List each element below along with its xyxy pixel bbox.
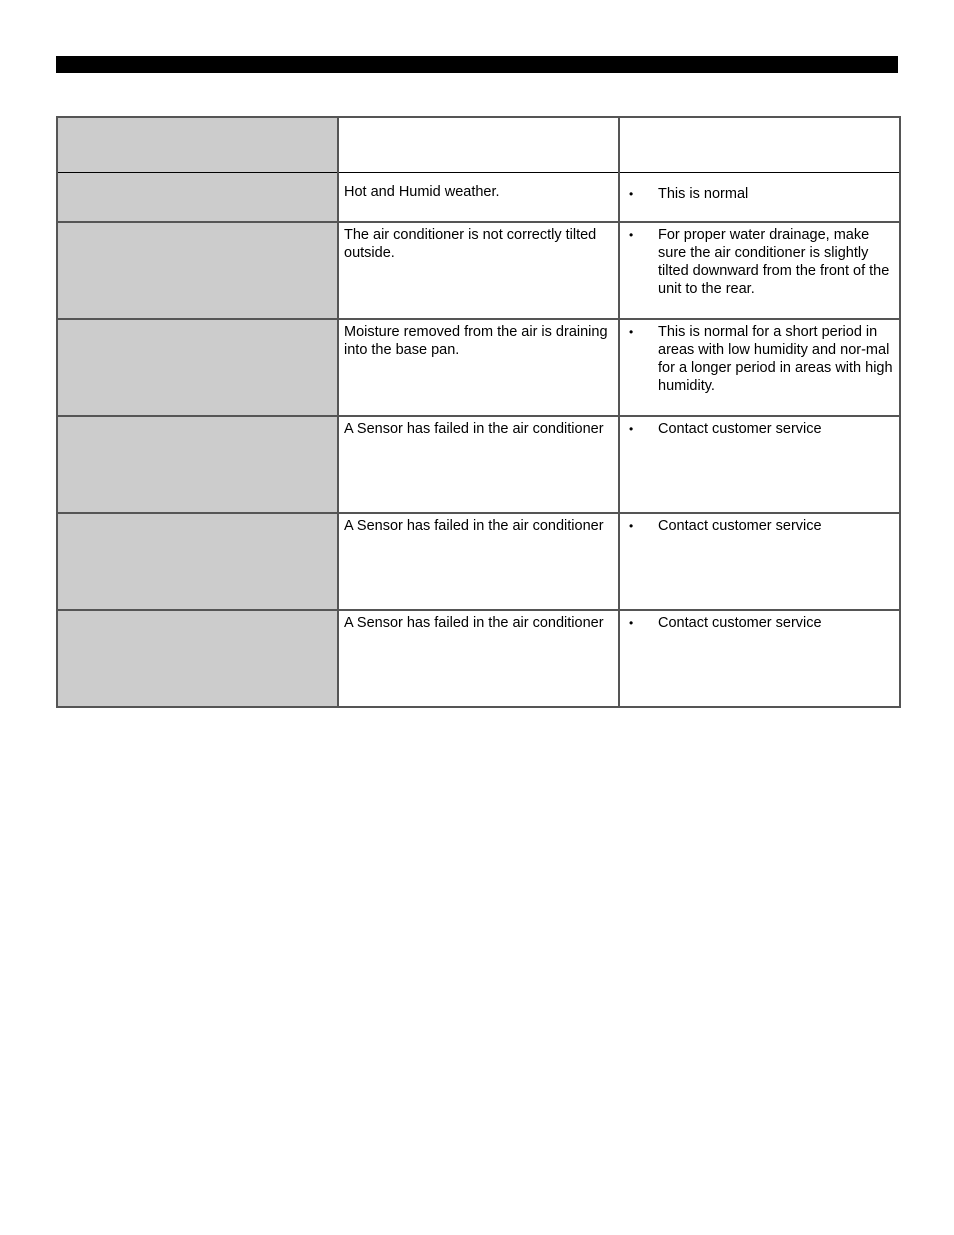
cause-cell: A Sensor has failed in the air condition… xyxy=(337,415,620,514)
solution-cell: • For proper water drainage, make sure t… xyxy=(618,221,901,320)
header-solution-text xyxy=(620,118,899,125)
problem-text xyxy=(58,173,337,187)
bullet-icon: • xyxy=(629,422,634,436)
table-row: A Sensor has failed in the air condition… xyxy=(56,512,901,611)
solution-list-item: • This is normal for a short period in a… xyxy=(625,323,894,395)
section-header-bar xyxy=(56,56,898,73)
header-problem-cell xyxy=(56,116,339,173)
table-row: The air conditioner is not correctly til… xyxy=(56,221,901,320)
cause-text: A Sensor has failed in the air condition… xyxy=(344,615,604,631)
solution-list-item: • For proper water drainage, make sure t… xyxy=(625,226,894,298)
table-row: A Sensor has failed in the air condition… xyxy=(56,415,901,514)
solution-text: This is normal for a short period in are… xyxy=(658,324,893,394)
problem-cell xyxy=(56,318,339,417)
solution-cell: • This is normal xyxy=(618,172,901,223)
solution-list-item: • Contact customer service xyxy=(625,420,894,438)
solution-text: For proper water drainage, make sure the… xyxy=(658,227,890,297)
header-solution-cell xyxy=(618,116,901,173)
header-cause-cell xyxy=(337,116,620,173)
solution-cell: • Contact customer service xyxy=(618,512,901,611)
problem-text xyxy=(58,514,337,521)
header-problem-text xyxy=(58,118,337,125)
cause-text: A Sensor has failed in the air condition… xyxy=(344,421,604,437)
problem-cell xyxy=(56,609,339,708)
troubleshooting-table: Hot and Humid weather. • This is normal … xyxy=(56,116,901,708)
cause-cell: A Sensor has failed in the air condition… xyxy=(337,512,620,611)
problem-cell xyxy=(56,512,339,611)
cause-text: Hot and Humid weather. xyxy=(344,184,500,200)
solution-cell: • This is normal for a short period in a… xyxy=(618,318,901,417)
table-row: Moisture removed from the air is drainin… xyxy=(56,318,901,417)
problem-cell xyxy=(56,172,339,223)
problem-cell xyxy=(56,415,339,514)
problem-text xyxy=(58,223,337,230)
cause-cell: Moisture removed from the air is drainin… xyxy=(337,318,620,417)
table-row: Hot and Humid weather. • This is normal xyxy=(56,172,901,223)
cause-cell: The air conditioner is not correctly til… xyxy=(337,221,620,320)
table-row: A Sensor has failed in the air condition… xyxy=(56,609,901,708)
solution-list-item: • Contact customer service xyxy=(625,614,894,632)
solution-text: Contact customer service xyxy=(658,518,822,534)
problem-text xyxy=(58,417,337,424)
bullet-icon: • xyxy=(629,325,634,339)
bullet-icon: • xyxy=(629,187,634,201)
problem-text xyxy=(58,320,337,327)
cause-text: The air conditioner is not correctly til… xyxy=(344,227,597,261)
cause-cell: Hot and Humid weather. xyxy=(337,172,620,223)
solution-text: Contact customer service xyxy=(658,421,822,437)
problem-text xyxy=(58,611,337,618)
cause-text: A Sensor has failed in the air condition… xyxy=(344,518,604,534)
solution-text: Contact customer service xyxy=(658,615,822,631)
bullet-icon: • xyxy=(629,616,634,630)
cause-cell: A Sensor has failed in the air condition… xyxy=(337,609,620,708)
problem-cell xyxy=(56,221,339,320)
bullet-icon: • xyxy=(629,519,634,533)
header-cause-text xyxy=(339,118,618,125)
cause-text: Moisture removed from the air is drainin… xyxy=(344,324,608,358)
solution-text: This is normal xyxy=(658,186,749,202)
table-header-row xyxy=(56,116,901,173)
solution-cell: • Contact customer service xyxy=(618,415,901,514)
bullet-icon: • xyxy=(629,228,634,242)
solution-list-item: • This is normal xyxy=(625,183,894,203)
solution-cell: • Contact customer service xyxy=(618,609,901,708)
solution-list-item: • Contact customer service xyxy=(625,517,894,535)
